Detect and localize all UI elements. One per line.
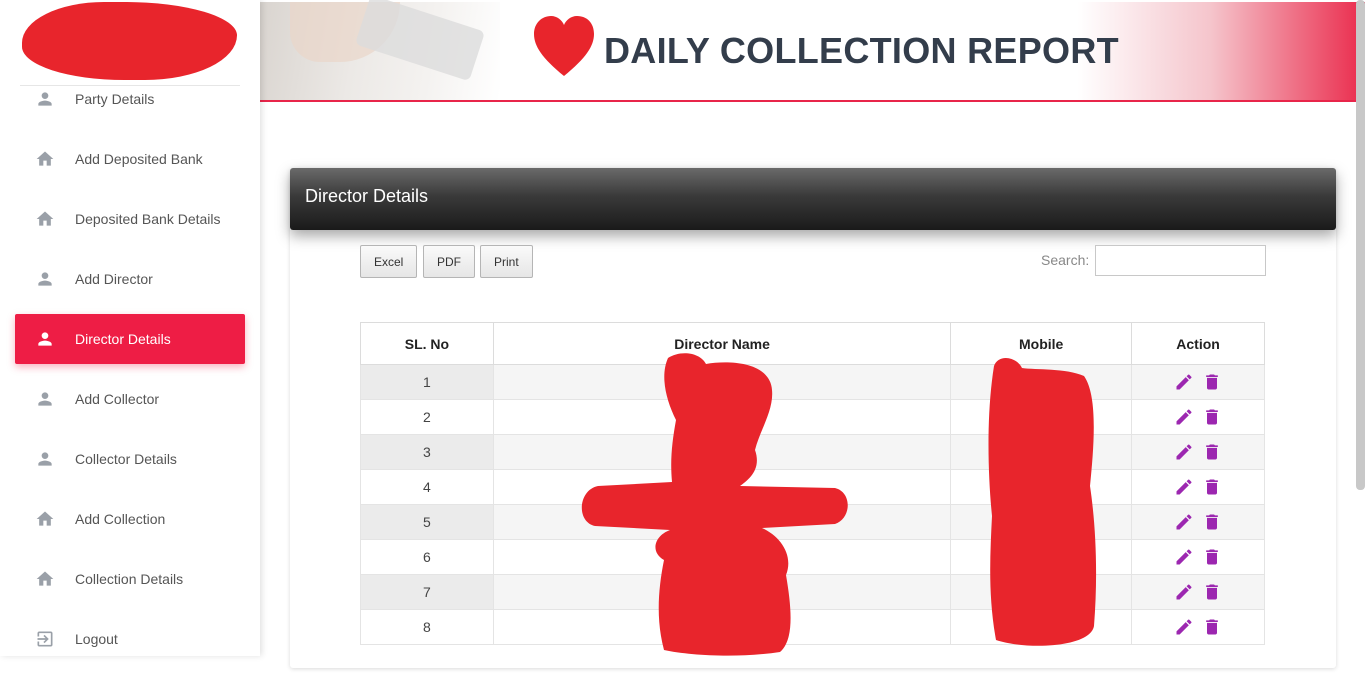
cell-sl-no: 8 (360, 609, 494, 645)
sidebar-nav: Party Details Add Deposited Bank Deposit… (15, 74, 245, 674)
page-header: DAILY COLLECTION REPORT (260, 0, 1365, 102)
page-scrollbar[interactable] (1356, 0, 1365, 490)
sidebar-item-add-collector[interactable]: Add Collector (15, 374, 245, 424)
edit-icon[interactable] (1174, 477, 1194, 497)
sidebar-item-add-collection[interactable]: Add Collection (15, 494, 245, 544)
cell-sl-no: 7 (360, 574, 494, 610)
delete-icon[interactable] (1202, 617, 1222, 637)
sidebar: Party Details Add Deposited Bank Deposit… (0, 0, 260, 656)
logout-icon (35, 629, 55, 649)
delete-icon[interactable] (1202, 512, 1222, 532)
redacted-mobile-numbers (988, 357, 1097, 646)
cell-action (1131, 539, 1265, 575)
cell-action (1131, 504, 1265, 540)
cell-sl-no: 1 (360, 364, 494, 400)
cell-sl-no: 5 (360, 504, 494, 540)
header-banner-image (260, 0, 500, 100)
cell-action (1131, 609, 1265, 645)
person-icon (35, 449, 55, 469)
edit-icon[interactable] (1174, 547, 1194, 567)
page-title: DAILY COLLECTION REPORT (604, 30, 1119, 71)
sidebar-item-collection-details[interactable]: Collection Details (15, 554, 245, 604)
cell-action (1131, 434, 1265, 470)
sidebar-item-label: Add Deposited Bank (75, 151, 203, 167)
home-icon (35, 149, 55, 169)
sidebar-item-label: Collector Details (75, 451, 177, 467)
delete-icon[interactable] (1202, 372, 1222, 392)
person-icon (35, 269, 55, 289)
search-label: Search: (1041, 252, 1090, 268)
card-title: Director Details (305, 186, 429, 206)
cell-action (1131, 364, 1265, 400)
sidebar-item-party-details[interactable]: Party Details (15, 74, 245, 124)
cell-sl-no: 4 (360, 469, 494, 505)
delete-icon[interactable] (1202, 442, 1222, 462)
sidebar-item-director-details[interactable]: Director Details (15, 314, 245, 364)
delete-icon[interactable] (1202, 582, 1222, 602)
edit-icon[interactable] (1174, 617, 1194, 637)
delete-icon[interactable] (1202, 407, 1222, 427)
calculator-image (354, 0, 486, 82)
sidebar-item-label: Director Details (75, 331, 171, 347)
home-icon (35, 569, 55, 589)
sidebar-item-label: Add Collector (75, 391, 160, 407)
edit-icon[interactable] (1174, 372, 1194, 392)
cell-action (1131, 469, 1265, 505)
excel-button[interactable]: Excel (360, 245, 418, 278)
sidebar-item-label: Collection Details (75, 571, 184, 587)
edit-icon[interactable] (1174, 442, 1194, 462)
home-icon (35, 209, 55, 229)
sidebar-item-label: Logout (75, 631, 118, 647)
redacted-logo (22, 2, 237, 80)
cell-action (1131, 574, 1265, 610)
sidebar-item-label: Deposited Bank Details (75, 211, 221, 227)
pdf-button[interactable]: PDF (423, 245, 475, 278)
card-header: Director Details (290, 168, 1336, 230)
edit-icon[interactable] (1174, 512, 1194, 532)
sidebar-item-add-director[interactable]: Add Director (15, 254, 245, 304)
sidebar-item-logout[interactable]: Logout (15, 614, 245, 664)
cell-action (1131, 399, 1265, 435)
sidebar-item-label: Party Details (75, 91, 155, 107)
sidebar-item-label: Add Collection (75, 511, 166, 527)
column-header-sl-no[interactable]: SL. No (360, 322, 494, 365)
sidebar-item-add-deposited-bank[interactable]: Add Deposited Bank (15, 134, 245, 184)
search-input[interactable] (1095, 245, 1266, 276)
person-icon (35, 89, 55, 109)
cell-sl-no: 3 (360, 434, 494, 470)
sidebar-item-label: Add Director (75, 271, 153, 287)
person-icon (35, 389, 55, 409)
cell-sl-no: 6 (360, 539, 494, 575)
edit-icon[interactable] (1174, 582, 1194, 602)
heart-logo-icon (534, 16, 594, 76)
column-header-action: Action (1131, 322, 1265, 365)
person-icon (35, 329, 55, 349)
delete-icon[interactable] (1202, 477, 1222, 497)
edit-icon[interactable] (1174, 407, 1194, 427)
print-button[interactable]: Print (480, 245, 533, 278)
delete-icon[interactable] (1202, 547, 1222, 567)
cell-sl-no: 2 (360, 399, 494, 435)
home-icon (35, 509, 55, 529)
sidebar-item-deposited-bank-details[interactable]: Deposited Bank Details (15, 194, 245, 244)
sidebar-item-collector-details[interactable]: Collector Details (15, 434, 245, 484)
redacted-director-names (581, 353, 848, 656)
